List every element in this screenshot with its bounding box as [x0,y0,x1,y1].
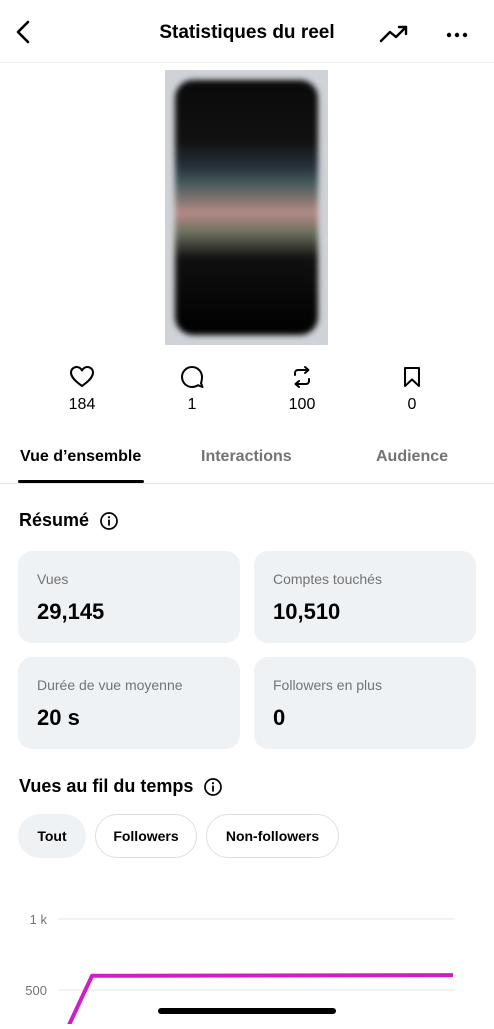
more-options-button[interactable] [440,22,474,46]
views-chart-svg: 1 k 500 [25,912,455,1029]
summary-info-button[interactable] [99,511,119,531]
reel-stats-row: 184 1 100 0 [0,362,494,422]
summary-title: Résumé [19,510,90,530]
tab-audience[interactable]: Audience [376,448,448,466]
saves-count: 0 [407,396,417,413]
stat-saves: 0 [372,362,452,414]
views-series-line [64,973,454,1029]
metric-card-views[interactable]: Vues 29,145 [18,551,240,643]
filter-chip-non-followers[interactable]: Non-followers [206,814,339,858]
filter-chip-followers[interactable]: Followers [95,814,197,858]
trend-button[interactable] [378,22,412,46]
active-tab-indicator [18,480,144,483]
summary-heading: Résumé [19,510,119,531]
home-indicator [158,1008,336,1014]
views-over-time-heading: Vues au fil du temps [19,776,223,797]
views-over-time-title: Vues au fil du temps [19,776,194,796]
heart-icon [70,366,94,387]
top-bar: Statistiques du reel [0,0,494,63]
metric-card-average-watch-time[interactable]: Durée de vue moyenne 20 s [18,657,240,749]
metric-value: 0 [273,705,286,730]
metric-label: Comptes touchés [273,571,382,587]
insights-tabs: Vue d’ensemble Interactions Audience [0,438,494,484]
stat-comments: 1 [152,362,232,414]
trending-up-icon [379,25,408,43]
page-title: Statistiques du reel [159,22,335,43]
metric-value: 10,510 [273,599,341,624]
repost-icon [294,366,310,388]
stat-reposts: 100 [262,362,342,414]
likes-count: 184 [68,396,96,413]
metric-label: Vues [37,571,69,587]
metric-label: Followers en plus [273,677,382,693]
reel-thumbnail[interactable] [165,70,328,345]
filter-chip-all[interactable]: Tout [18,814,86,858]
tab-interactions[interactable]: Interactions [201,448,292,466]
metric-value: 20 s [37,705,80,730]
info-icon [100,511,118,530]
y-tick-label: 500 [25,983,47,998]
bookmark-icon [404,367,420,387]
views-over-time-info-button[interactable] [203,777,223,797]
comments-count: 1 [187,396,197,413]
stat-likes: 184 [42,362,122,414]
metric-card-followers-gained[interactable]: Followers en plus 0 [254,657,476,749]
metric-card-accounts-reached[interactable]: Comptes touchés 10,510 [254,551,476,643]
metric-value: 29,145 [37,599,105,624]
y-tick-label: 1 k [30,912,48,927]
reposts-count: 100 [288,396,316,413]
metric-label: Durée de vue moyenne [37,677,183,693]
info-icon [204,777,223,796]
views-chart: 1 k 500 [0,900,494,1029]
comment-icon [181,366,204,388]
more-horizontal-icon [446,32,468,38]
reel-thumbnail-image [175,80,318,335]
tab-overview[interactable]: Vue d’ensemble [20,448,141,466]
